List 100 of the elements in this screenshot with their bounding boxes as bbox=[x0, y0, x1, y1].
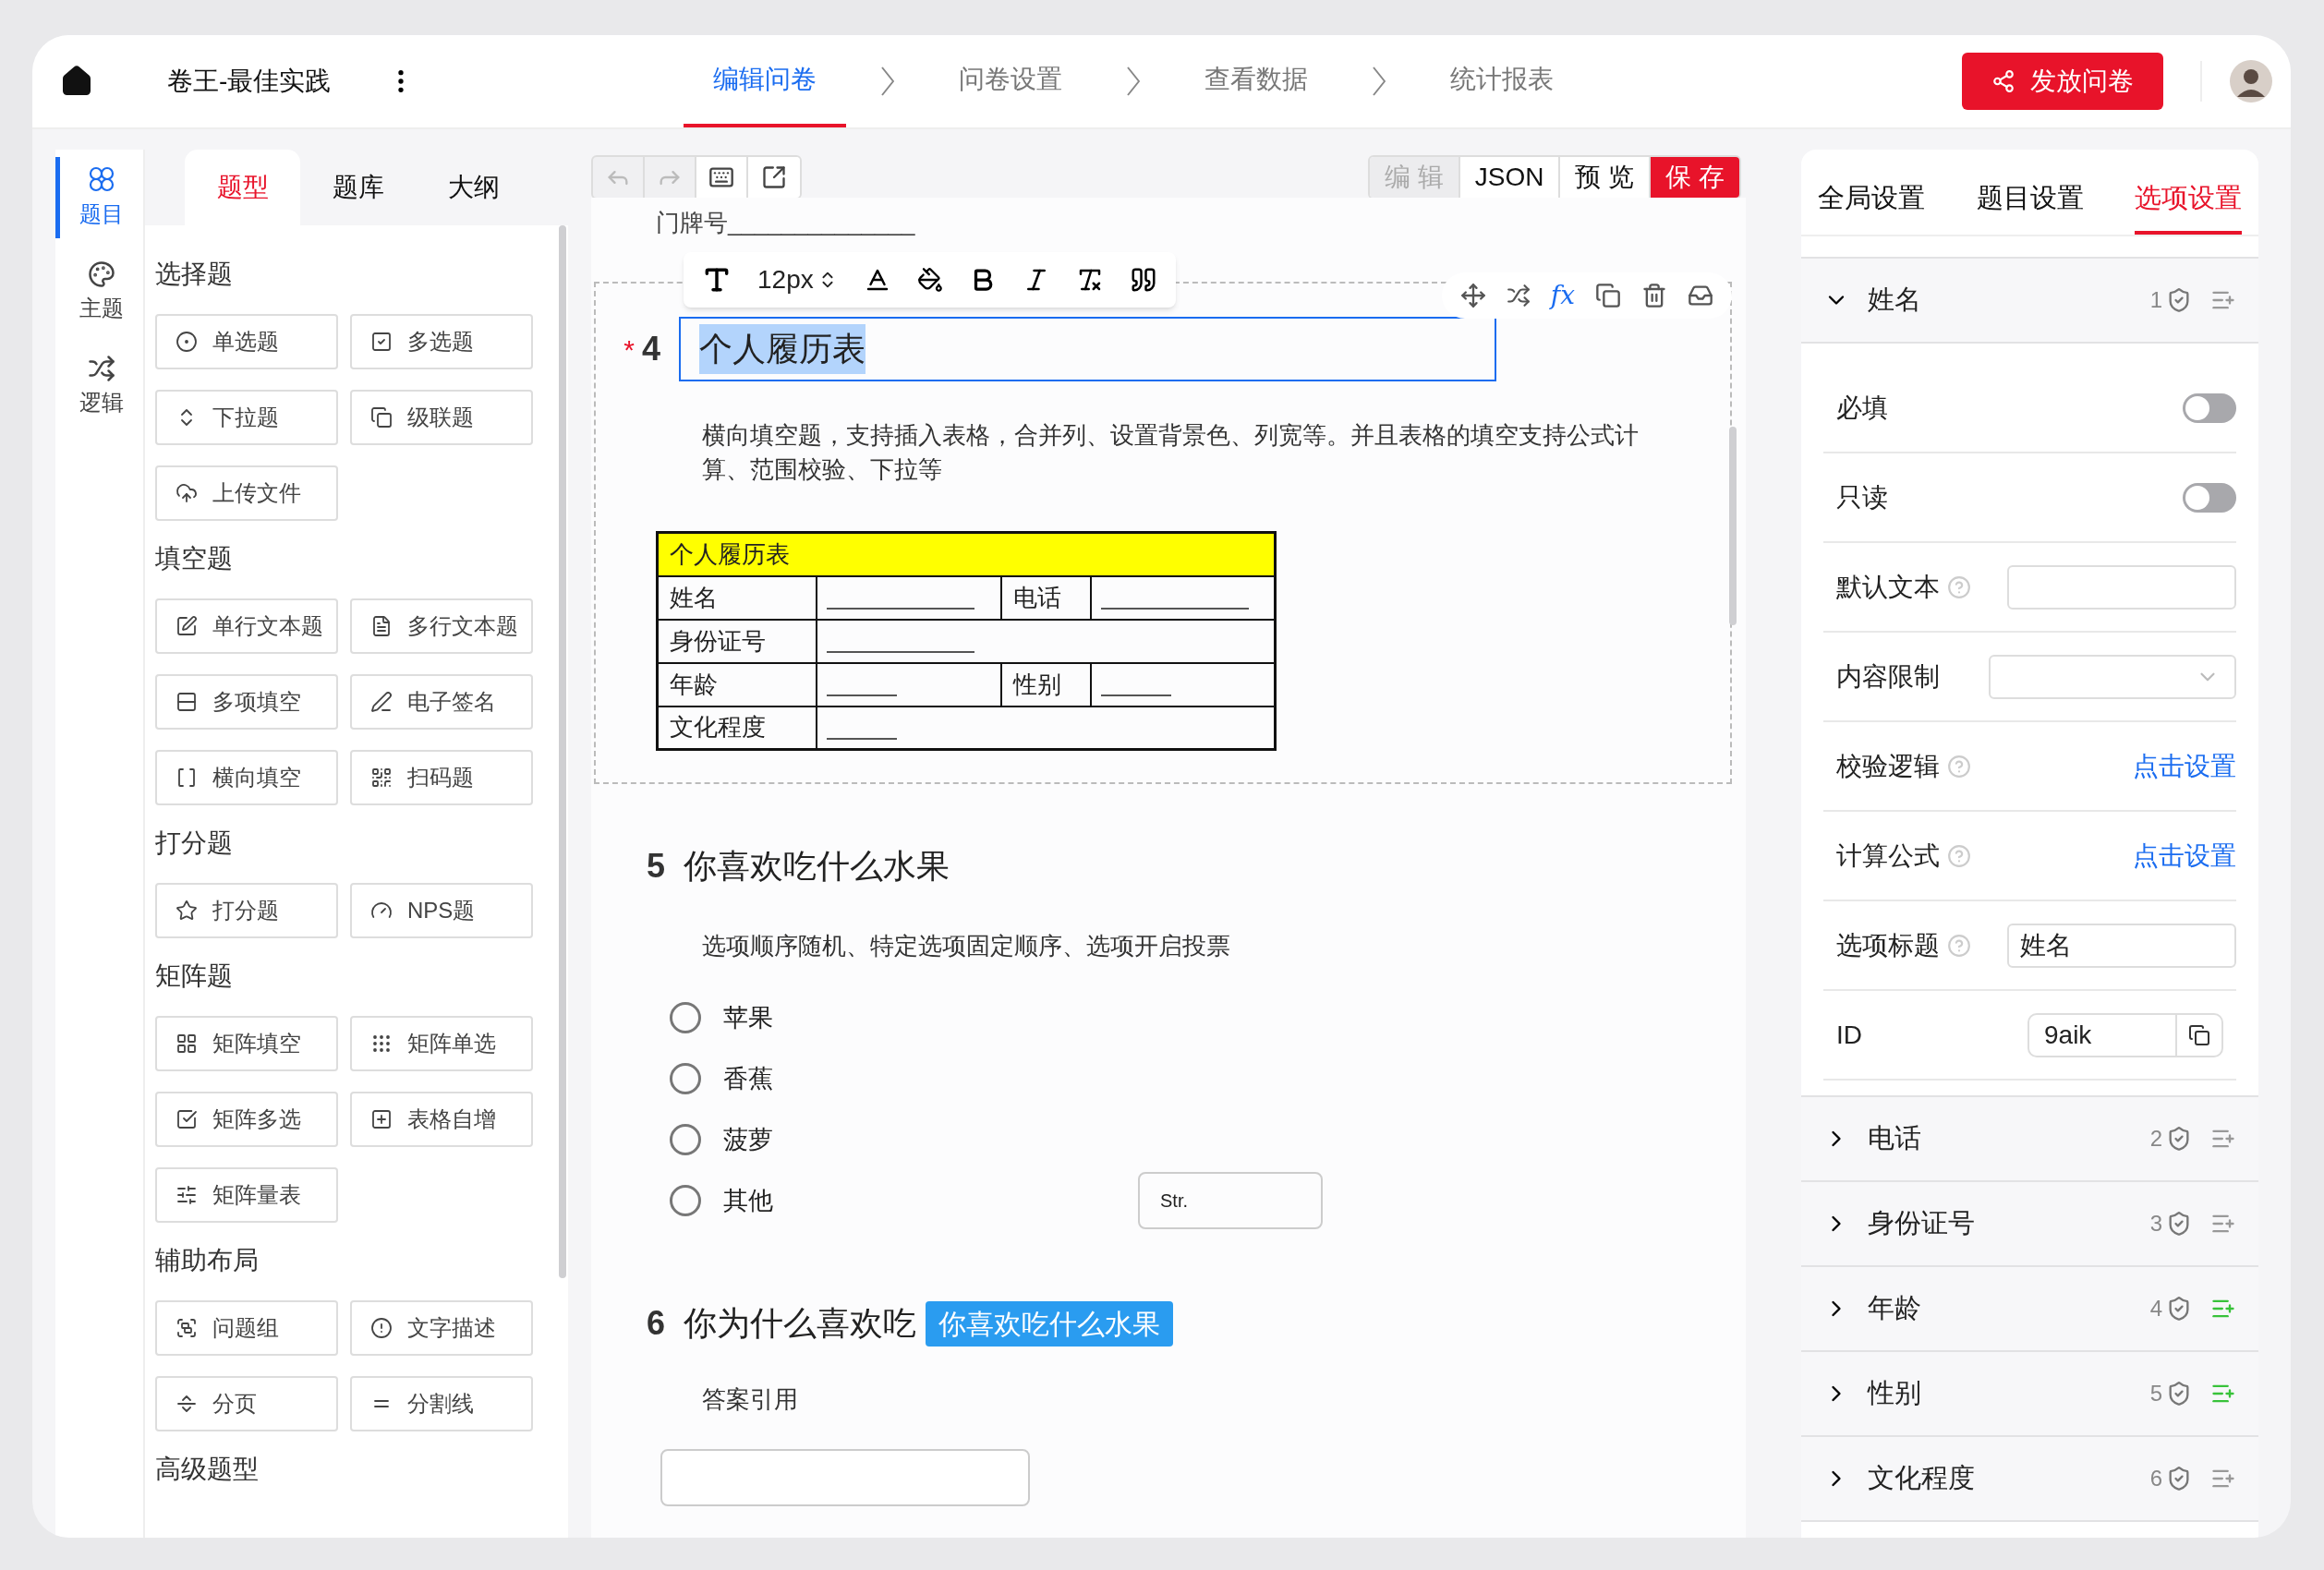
rail-tab[interactable]: 逻辑 bbox=[55, 347, 143, 427]
mode-button[interactable]: JSON bbox=[1458, 157, 1559, 198]
option-accordion-header[interactable]: 年龄 4 bbox=[1801, 1267, 2258, 1352]
option-name: 性别 bbox=[1868, 1377, 1921, 1410]
question-type-button[interactable]: 级联题 bbox=[350, 390, 533, 445]
mode-button[interactable]: 预 览 bbox=[1558, 157, 1650, 198]
move-icon[interactable] bbox=[1459, 283, 1486, 308]
option-accordion-header[interactable]: 电话 2 bbox=[1801, 1097, 2258, 1182]
option-index: 1 bbox=[2149, 286, 2162, 314]
question-type-button[interactable]: 矩阵填空 bbox=[155, 1016, 338, 1071]
pen-square-icon bbox=[176, 615, 198, 637]
toggle-switch[interactable] bbox=[2183, 392, 2236, 423]
option-label: 菠萝 bbox=[723, 1124, 773, 1155]
question-type-button[interactable]: 文字描述 bbox=[350, 1300, 533, 1356]
publish-button[interactable]: 发放问卷 bbox=[1962, 53, 2163, 110]
setting-link[interactable]: 点击设置 bbox=[2133, 746, 2236, 786]
id-field[interactable]: 9aik bbox=[2027, 1012, 2223, 1057]
button-label: NPS题 bbox=[407, 897, 476, 924]
button-label: 扫码题 bbox=[407, 764, 474, 791]
rail-tab[interactable]: 主题 bbox=[55, 253, 143, 332]
delete-icon[interactable] bbox=[1641, 283, 1667, 308]
question-type-button[interactable]: 分割线 bbox=[350, 1376, 533, 1431]
user-avatar[interactable] bbox=[2230, 60, 2272, 103]
option-accordion-header[interactable]: 姓名 1 bbox=[1801, 259, 2258, 344]
option-index: 5 bbox=[2149, 1380, 2162, 1407]
setting-label: 默认文本 bbox=[1836, 571, 1940, 603]
option-accordion-header[interactable]: 文化程度 6 bbox=[1801, 1437, 2258, 1522]
option-name: 姓名 bbox=[1868, 284, 1921, 317]
step-tab[interactable]: 查看数据 bbox=[1175, 35, 1338, 127]
toggle-switch[interactable] bbox=[2183, 482, 2236, 513]
option-index: 2 bbox=[2149, 1125, 2162, 1153]
step-tab[interactable]: 问卷设置 bbox=[929, 35, 1093, 127]
home-icon[interactable] bbox=[60, 65, 93, 98]
button-label: 问题组 bbox=[212, 1314, 279, 1342]
question-type-button[interactable]: 问题组 bbox=[155, 1300, 338, 1356]
question-title: 你为什么喜欢吃 bbox=[684, 1303, 916, 1344]
quote-icon[interactable] bbox=[1129, 266, 1157, 294]
question-type-button[interactable]: 矩阵量表 bbox=[155, 1167, 338, 1223]
settings-tab[interactable]: 题目设置 bbox=[1976, 177, 2084, 235]
settings-tab[interactable]: 选项设置 bbox=[2135, 177, 2242, 235]
project-title: 卷王-最佳实践 bbox=[167, 66, 332, 97]
question-type-button[interactable]: 下拉题 bbox=[155, 390, 338, 445]
step-tab[interactable]: 编辑问卷 bbox=[684, 35, 847, 127]
select-field[interactable] bbox=[1989, 654, 2236, 699]
title-input[interactable]: 个人履历表 bbox=[679, 317, 1496, 381]
radio-button[interactable] bbox=[670, 1002, 701, 1033]
question-type-button[interactable]: 电子签名 bbox=[350, 674, 533, 730]
setting-link[interactable]: 点击设置 bbox=[2133, 836, 2236, 876]
question-type-button[interactable]: 矩阵多选 bbox=[155, 1092, 338, 1147]
other-input[interactable]: Str. bbox=[1138, 1172, 1323, 1229]
radio-button[interactable] bbox=[670, 1185, 701, 1216]
shuffle-icon[interactable] bbox=[1506, 284, 1531, 308]
question-type-button[interactable]: 矩阵单选 bbox=[350, 1016, 533, 1071]
question-description: 选项顺序随机、特定选项固定顺序、选项开启投票 bbox=[702, 931, 1231, 961]
question-type-button[interactable]: 横向填空 bbox=[155, 750, 338, 805]
rows-icon bbox=[176, 691, 198, 713]
question-type-button[interactable]: 多行文本题 bbox=[350, 598, 533, 654]
question-type-button[interactable]: 扫码题 bbox=[350, 750, 533, 805]
radio-button[interactable] bbox=[670, 1063, 701, 1094]
step-tab[interactable]: 统计报表 bbox=[1421, 35, 1584, 127]
question-type-button[interactable]: 分页 bbox=[155, 1376, 338, 1431]
settings-tab[interactable]: 全局设置 bbox=[1818, 177, 1925, 235]
option-accordion-header[interactable]: 身份证号 3 bbox=[1801, 1182, 2258, 1267]
question-type-button[interactable]: 单行文本题 bbox=[155, 598, 338, 654]
text-field[interactable]: 姓名 bbox=[2007, 923, 2236, 968]
palette-tab[interactable]: 大纲 bbox=[416, 150, 531, 225]
mode-button[interactable]: 保 存 bbox=[1649, 157, 1739, 198]
button-label: 下拉题 bbox=[212, 404, 279, 431]
answer-field[interactable] bbox=[660, 1449, 1030, 1506]
pen-icon bbox=[370, 691, 393, 713]
palette-tab[interactable]: 题库 bbox=[300, 150, 416, 225]
copy-icon[interactable] bbox=[2188, 1023, 2210, 1046]
required-mark: * bbox=[623, 332, 635, 367]
button-label: 矩阵多选 bbox=[212, 1105, 301, 1133]
question-type-button[interactable]: 表格自增 bbox=[350, 1092, 533, 1147]
radio-button[interactable] bbox=[670, 1124, 701, 1155]
question-type-button[interactable]: 打分题 bbox=[155, 883, 338, 938]
setting-label: 校验逻辑 bbox=[1836, 750, 1940, 782]
chevron-right-icon bbox=[1373, 66, 1386, 96]
button-label: 横向填空 bbox=[212, 764, 301, 791]
question-type-button[interactable]: 多项填空 bbox=[155, 674, 338, 730]
question-type-button[interactable]: NPS题 bbox=[350, 883, 533, 938]
table-cell: 姓名 bbox=[657, 575, 817, 620]
highlight-icon[interactable] bbox=[916, 267, 943, 293]
palette-icon bbox=[88, 260, 115, 288]
input-value: Str. bbox=[1160, 1190, 1188, 1213]
button-label: 电子签名 bbox=[407, 688, 496, 716]
keyboard-icon[interactable] bbox=[696, 157, 748, 198]
button-label: 多选题 bbox=[407, 328, 474, 356]
option-accordion-header[interactable]: 性别 5 bbox=[1801, 1352, 2258, 1437]
question-type-button[interactable]: 上传文件 bbox=[155, 465, 338, 521]
text-field[interactable] bbox=[2007, 564, 2236, 610]
option-label: 香蕉 bbox=[723, 1063, 773, 1094]
question-type-button[interactable]: 单选题 bbox=[155, 314, 338, 369]
question-type-button[interactable]: 多选题 bbox=[350, 314, 533, 369]
copy-icon[interactable] bbox=[1595, 283, 1621, 308]
font-size-select[interactable]: 12px bbox=[757, 260, 838, 299]
palette-tab[interactable]: 题型 bbox=[185, 150, 300, 225]
option-index: 6 bbox=[2149, 1465, 2162, 1492]
formula-button[interactable]: fx bbox=[1550, 276, 1575, 315]
